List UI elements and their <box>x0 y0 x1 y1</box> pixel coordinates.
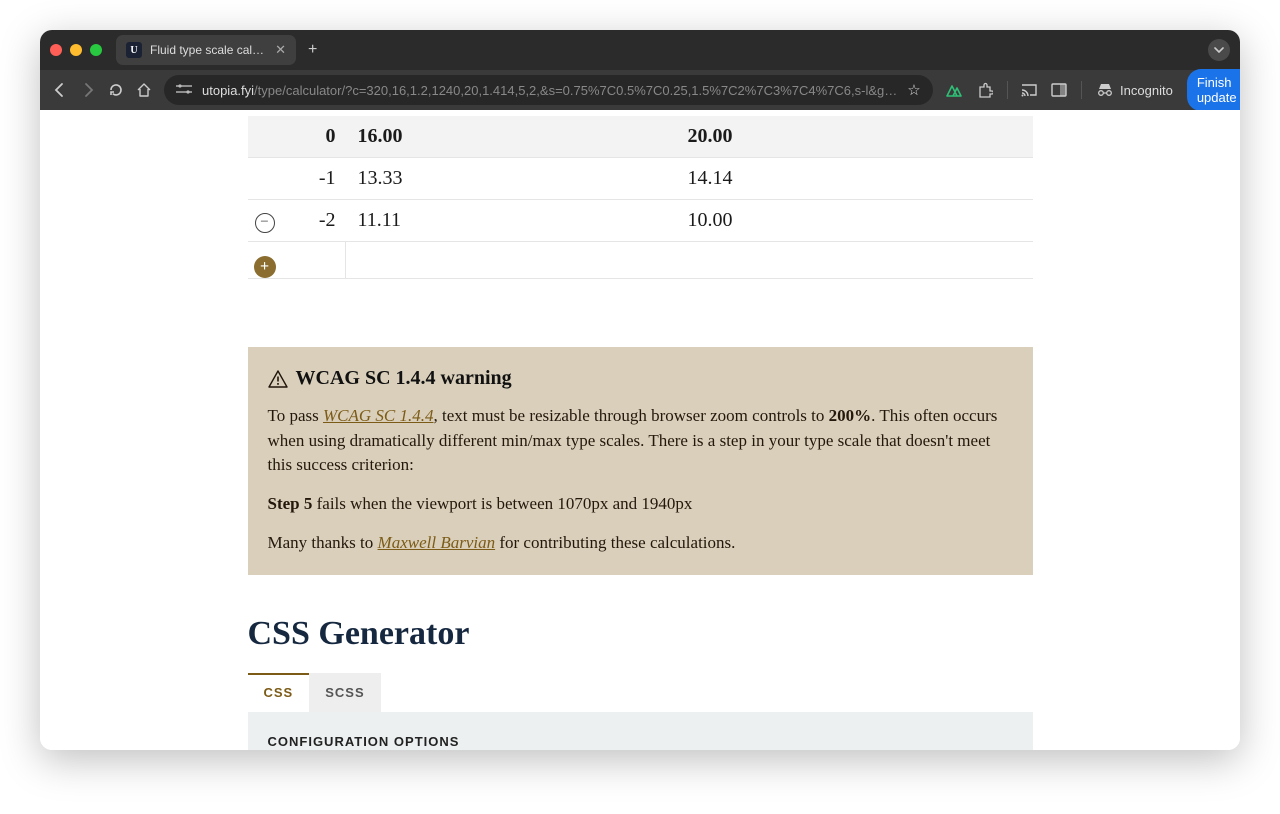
table-row: 0 16.00 20.00 <box>248 116 1033 158</box>
table-row: − -2 11.11 10.00 <box>248 200 1033 242</box>
step-label: -1 <box>282 158 346 200</box>
remove-step-button[interactable]: − <box>255 213 275 233</box>
type-scale-table: 0 16.00 20.00 -1 13.33 14.14 − -2 11.11 … <box>248 116 1033 279</box>
step-label: -2 <box>282 200 346 242</box>
generator-tabs: CSS SCSS <box>248 673 1033 712</box>
close-window-icon[interactable] <box>50 44 62 56</box>
tabs-dropdown-icon[interactable] <box>1208 39 1230 61</box>
url-bar: utopia.fyi/type/calculator/?c=320,16,1.2… <box>40 70 1240 110</box>
browser-window: U Fluid type scale calculator | U ✕ + <box>40 30 1240 750</box>
page-viewport: 0 16.00 20.00 -1 13.33 14.14 − -2 11.11 … <box>40 110 1240 750</box>
add-row: + <box>248 242 1033 279</box>
min-value: 11.11 <box>346 200 688 242</box>
traffic-lights <box>50 44 102 56</box>
home-icon[interactable] <box>136 82 152 98</box>
site-controls-icon[interactable] <box>176 83 192 98</box>
credit-link[interactable]: Maxwell Barvian <box>378 533 496 552</box>
reload-icon[interactable] <box>108 82 124 98</box>
favicon-icon: U <box>126 42 142 58</box>
incognito-indicator[interactable]: Incognito <box>1096 83 1173 98</box>
wcag-warning-box: WCAG SC 1.4.4 warning To pass WCAG SC 1.… <box>248 347 1033 575</box>
add-step-button[interactable]: + <box>254 256 276 278</box>
incognito-icon <box>1096 83 1114 97</box>
maximize-window-icon[interactable] <box>90 44 102 56</box>
css-generator-heading: CSS Generator <box>248 615 1033 653</box>
max-value: 20.00 <box>688 116 1033 158</box>
max-value: 14.14 <box>688 158 1033 200</box>
wcag-credit-paragraph: Many thanks to Maxwell Barvian for contr… <box>268 531 1013 556</box>
tab-strip: U Fluid type scale calculator | U ✕ + <box>40 30 1240 70</box>
warning-icon <box>268 370 288 388</box>
bookmark-icon[interactable]: ☆ <box>907 81 920 99</box>
wcag-title-text: WCAG SC 1.4.4 warning <box>296 367 512 390</box>
table-row: -1 13.33 14.14 <box>248 158 1033 200</box>
wcag-paragraph: To pass WCAG SC 1.4.4, text must be resi… <box>268 404 1013 478</box>
incognito-label: Incognito <box>1120 83 1173 98</box>
finish-update-button[interactable]: Finish update ⋮ <box>1187 69 1240 111</box>
tab-scss[interactable]: SCSS <box>309 673 380 712</box>
tab-css[interactable]: CSS <box>248 673 310 712</box>
min-value: 13.33 <box>346 158 688 200</box>
side-panel-icon[interactable] <box>1051 83 1067 97</box>
min-value: 16.00 <box>346 116 688 158</box>
extensions-icon[interactable] <box>977 82 993 98</box>
new-tab-button[interactable]: + <box>308 41 317 59</box>
max-value: 10.00 <box>688 200 1033 242</box>
nuxt-extension-icon[interactable] <box>945 83 963 97</box>
wcag-link[interactable]: WCAG SC 1.4.4 <box>323 406 434 425</box>
forward-icon[interactable] <box>80 82 96 98</box>
address-bar[interactable]: utopia.fyi/type/calculator/?c=320,16,1.2… <box>164 75 933 105</box>
config-title: CONFIGURATION OPTIONS <box>268 734 1013 749</box>
cast-icon[interactable] <box>1021 83 1037 97</box>
config-panel: CONFIGURATION OPTIONS Method Relative to <box>248 712 1033 750</box>
wcag-fail-paragraph: Step 5 fails when the viewport is betwee… <box>268 492 1013 517</box>
wcag-warning-heading: WCAG SC 1.4.4 warning <box>268 367 1013 390</box>
back-icon[interactable] <box>52 82 68 98</box>
minimize-window-icon[interactable] <box>70 44 82 56</box>
step-label: 0 <box>282 116 346 158</box>
finish-update-label: Finish update <box>1197 75 1240 105</box>
browser-tab[interactable]: U Fluid type scale calculator | U ✕ <box>116 35 296 65</box>
url-text: utopia.fyi/type/calculator/?c=320,16,1.2… <box>202 83 897 98</box>
close-tab-icon[interactable]: ✕ <box>275 42 286 58</box>
tab-title: Fluid type scale calculator | U <box>150 43 267 57</box>
